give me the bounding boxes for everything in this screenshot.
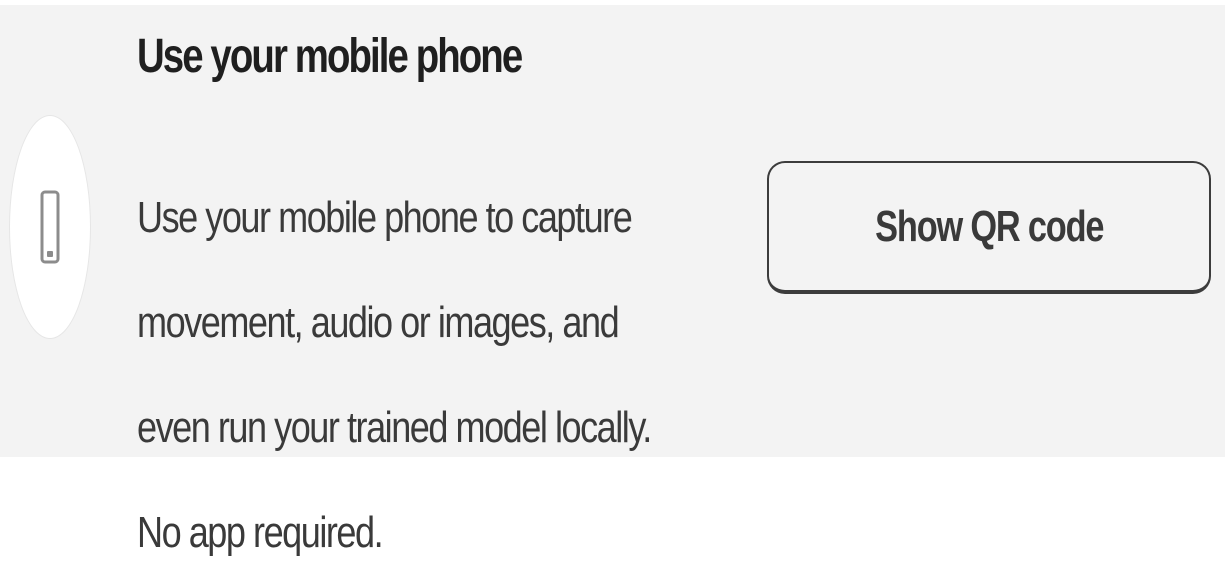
show-qr-code-button[interactable]: Show QR code	[767, 161, 1211, 294]
mobile-phone-icon	[40, 190, 60, 264]
show-qr-code-label: Show QR code	[874, 201, 1104, 251]
mobile-phone-card: Use your mobile phone Use your mobile ph…	[0, 5, 1225, 557]
card-title: Use your mobile phone	[137, 30, 523, 83]
card-description: Use your mobile phone to capture movemen…	[137, 193, 652, 557]
